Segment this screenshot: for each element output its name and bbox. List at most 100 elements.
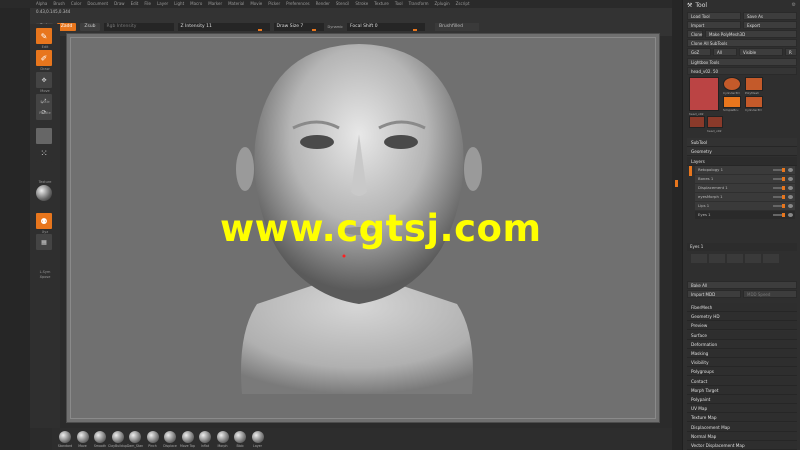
new-layer-button[interactable]	[691, 254, 707, 263]
draw-size-slider[interactable]: Draw Size 7	[273, 22, 324, 31]
menu-item-tool[interactable]: Tool	[395, 0, 403, 8]
layers-section[interactable]: Layers	[687, 157, 797, 166]
tool-section-uv-map[interactable]: UV Map	[687, 404, 797, 414]
settings-icon[interactable]: ⚙	[792, 2, 796, 8]
zsub-button[interactable]: Zsub	[80, 22, 100, 31]
slider-knob[interactable]	[782, 186, 785, 190]
subtool-section[interactable]: SubTool	[687, 138, 797, 147]
layer-strength-slider[interactable]	[773, 168, 785, 172]
slider-knob[interactable]	[257, 28, 262, 31]
tool-section-normal-map[interactable]: Normal Map	[687, 431, 797, 441]
eye-icon[interactable]	[788, 177, 793, 181]
menu-item-color[interactable]: Color	[71, 0, 81, 8]
tool-section-contact[interactable]: Contact	[687, 376, 797, 386]
menu-item-zscript[interactable]: Zscript	[456, 0, 470, 8]
brush-move[interactable]: Move	[76, 431, 90, 448]
tool-thumbnail-simplebrush[interactable]	[723, 96, 741, 108]
menu-item-preferences[interactable]: Preferences	[286, 0, 310, 8]
tool-thumbnail-cylinder[interactable]	[723, 77, 741, 91]
move-up-button[interactable]	[727, 254, 743, 263]
brush-smooth[interactable]: Smooth	[93, 431, 107, 448]
layer-row[interactable]: Retopology 1	[695, 166, 795, 174]
slider-knob[interactable]	[311, 28, 316, 31]
tool-section-polypaint[interactable]: Polypaint	[687, 395, 797, 404]
material-sphere-icon[interactable]	[36, 185, 52, 201]
menu-item-stroke[interactable]: Stroke	[355, 0, 368, 8]
brush-morph[interactable]: Morph	[216, 431, 230, 448]
tool-section-surface[interactable]: Surface	[687, 330, 797, 340]
scroll-handle[interactable]	[675, 180, 678, 187]
brush-blob[interactable]: Blob	[233, 431, 247, 448]
make-polymesh-button[interactable]: Make PolyMesh3D	[705, 30, 797, 38]
menu-item-macro[interactable]: Macro	[190, 0, 202, 8]
merge-button[interactable]	[763, 254, 779, 263]
tool-section-displacement-map[interactable]: Displacement Map	[687, 422, 797, 432]
menu-item-movie[interactable]: Movie	[250, 0, 262, 8]
export-button[interactable]: Export	[743, 21, 797, 29]
goz-button[interactable]: GoZ	[687, 48, 711, 56]
layer-row[interactable]: Eyes 1	[695, 211, 795, 219]
layer-row[interactable]: eyesMorph 1	[695, 193, 795, 201]
brush-pinch[interactable]: Pinch	[146, 431, 160, 448]
dynamic-label[interactable]: Dynamic	[328, 25, 343, 29]
tool-section-preview[interactable]: Preview	[687, 321, 797, 331]
menu-item-brush[interactable]: Brush	[53, 0, 65, 8]
visible-button[interactable]: Visible	[739, 48, 783, 56]
lightbox-tools-button[interactable]: Lightbox Tools	[687, 58, 797, 66]
brush-layer[interactable]: Layer	[251, 431, 265, 448]
xyz-symmetry-button[interactable]: ⚉	[36, 213, 52, 229]
tool-section-deformation[interactable]: Deformation	[687, 339, 797, 349]
eye-icon[interactable]	[788, 186, 793, 190]
tool-thumbnail-polymesh[interactable]	[745, 77, 763, 91]
import-button[interactable]: Import	[687, 21, 741, 29]
menu-item-document[interactable]: Document	[87, 0, 108, 8]
layer-strength-slider[interactable]	[773, 213, 785, 217]
brush-claybuildup[interactable]: ClayBuildup	[108, 431, 127, 448]
slider-knob[interactable]	[782, 177, 785, 181]
focal-shift-slider[interactable]: Focal Shift 0	[346, 22, 425, 31]
brush-inflat[interactable]: Inflat	[198, 431, 212, 448]
slider-knob[interactable]	[782, 213, 785, 217]
bake-all-button[interactable]: Bake All	[687, 281, 797, 289]
edit-tool[interactable]: ✎	[36, 28, 52, 44]
tool-section-masking[interactable]: Masking	[687, 349, 797, 358]
frame-button[interactable]: ▦	[36, 234, 52, 250]
menu-item-light[interactable]: Light	[174, 0, 184, 8]
layer-row[interactable]: Bones 1	[695, 175, 795, 183]
move-tool[interactable]: ✥	[36, 72, 52, 88]
menu-item-picker[interactable]: Picker	[268, 0, 280, 8]
eye-icon[interactable]	[788, 168, 793, 172]
material-dropdown[interactable]: Brushfilled	[434, 22, 479, 31]
brush-displace[interactable]: Displace	[163, 431, 177, 448]
slider-knob[interactable]	[412, 28, 417, 31]
layer-scroll-handle[interactable]	[689, 166, 692, 176]
menu-item-marker[interactable]: Marker	[208, 0, 222, 8]
brush-dam-stan[interactable]: Dam_Stan	[127, 431, 143, 448]
tool-section-texture-map[interactable]: Texture Map	[687, 413, 797, 423]
geometry-section[interactable]: Geometry	[687, 147, 797, 156]
layer-strength-slider[interactable]	[773, 204, 785, 208]
menu-item-material[interactable]: Material	[228, 0, 244, 8]
save-as-button[interactable]: Save As	[743, 12, 797, 20]
menu-item-texture[interactable]: Texture	[374, 0, 389, 8]
menu-item-transform[interactable]: Transform	[409, 0, 429, 8]
draw-tool[interactable]: ✐	[36, 50, 52, 66]
menu-item-alpha[interactable]: Alpha	[36, 0, 47, 8]
tool-thumbnail-small-2[interactable]	[707, 116, 723, 128]
tool-section-morph-target[interactable]: Morph Target	[687, 385, 797, 395]
stroke-dots-icon[interactable]: ⁙	[36, 146, 52, 162]
tool-section-vector-displacement-map[interactable]: Vector Displacement Map	[687, 441, 797, 450]
tool-section-visibility[interactable]: Visibility	[687, 358, 797, 368]
menu-item-file[interactable]: File	[144, 0, 151, 8]
menu-item-edit[interactable]: Edit	[131, 0, 139, 8]
import-mdd-button[interactable]: Import MDD	[687, 290, 741, 298]
layer-row[interactable]: Lips 1	[695, 202, 795, 210]
current-tool-slider[interactable]: head_v02. 50	[687, 67, 797, 75]
r-button[interactable]: R	[785, 48, 797, 56]
eye-icon[interactable]	[788, 213, 793, 217]
menu-item-zplugin[interactable]: Zplugin	[435, 0, 450, 8]
tool-section-geometry-hd[interactable]: Geometry HD	[687, 312, 797, 322]
rgb-intensity-slider[interactable]: Rgb Intensity	[103, 22, 174, 31]
z-intensity-slider[interactable]: Z Intensity 11	[177, 22, 270, 31]
slider-knob[interactable]	[782, 204, 785, 208]
